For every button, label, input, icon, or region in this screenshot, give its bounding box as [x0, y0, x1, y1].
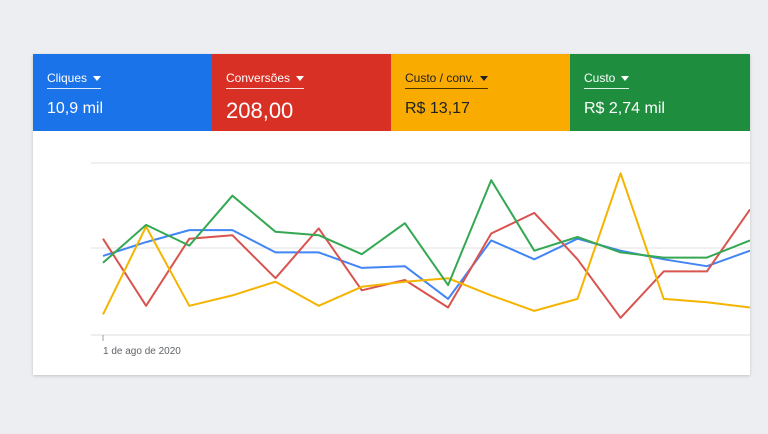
- metric-label: Custo / conv.: [405, 71, 475, 85]
- metric-selector-cliques[interactable]: Cliques: [47, 71, 102, 89]
- metric-selector-custo-conv[interactable]: Custo / conv.: [405, 71, 489, 89]
- performance-card: Cliques 10,9 mil Conversões 208,00 Custo…: [33, 54, 750, 375]
- metric-selector-conversoes[interactable]: Conversões: [226, 71, 305, 89]
- metric-value: 208,00: [226, 98, 294, 123]
- metric-value: R$ 2,74 mil: [584, 100, 665, 117]
- metric-value: 10,9 mil: [47, 100, 104, 117]
- metric-tile-custo[interactable]: Custo R$ 2,74 mil: [570, 54, 750, 131]
- series-line-1: [102, 208, 750, 319]
- dropdown-caret-icon: [480, 75, 489, 81]
- dropdown-caret-icon: [93, 75, 102, 81]
- metric-label: Conversões: [226, 71, 291, 85]
- dropdown-caret-icon: [296, 75, 305, 81]
- metric-selector-custo[interactable]: Custo: [584, 71, 630, 89]
- dropdown-caret-icon: [621, 75, 630, 81]
- series-layer: [102, 172, 750, 319]
- metric-label: Custo: [584, 71, 616, 85]
- metric-label: Cliques: [47, 71, 88, 85]
- metric-tiles: Cliques 10,9 mil Conversões 208,00 Custo…: [33, 54, 750, 131]
- metric-tile-conversoes[interactable]: Conversões 208,00: [212, 54, 391, 131]
- x-axis-start-date: 1 de ago de 2020: [103, 346, 181, 357]
- performance-line-chart: [91, 162, 750, 341]
- metric-tile-custo-conv[interactable]: Custo / conv. R$ 13,17: [391, 54, 570, 131]
- metric-tile-cliques[interactable]: Cliques 10,9 mil: [33, 54, 212, 131]
- metric-value: R$ 13,17: [405, 100, 470, 117]
